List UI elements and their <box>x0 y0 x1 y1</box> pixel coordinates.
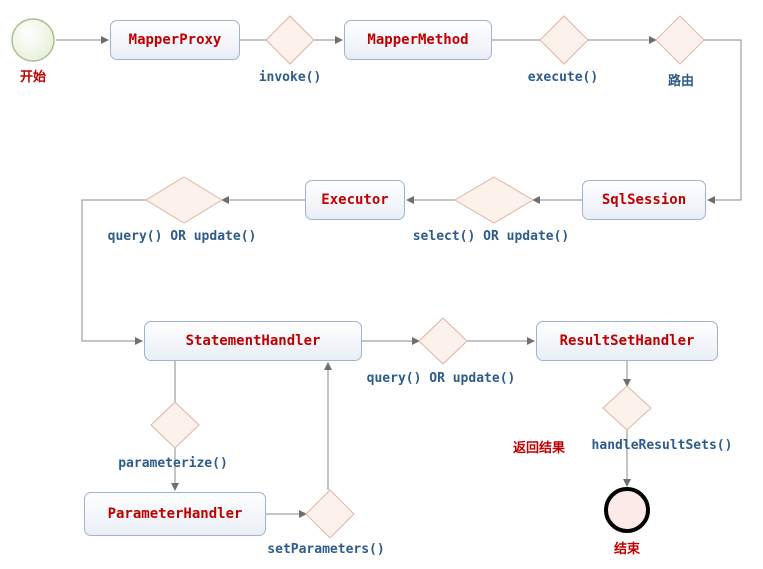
decision-diamond <box>602 385 652 431</box>
query-or-update-label-2: query() OR update() <box>366 371 516 386</box>
end-node <box>604 487 650 533</box>
return-result-label: 返回结果 <box>512 441 566 456</box>
end-label: 结束 <box>613 542 641 557</box>
decision-diamond <box>305 489 355 539</box>
decision-diamond <box>418 317 468 365</box>
statementhandler-box: StatementHandler <box>144 321 362 361</box>
set-parameters-label: setParameters() <box>267 542 385 557</box>
decision-diamond <box>454 176 534 224</box>
edge-route-to-sqlsession <box>704 39 742 204</box>
mappermethod-box: MapperMethod <box>344 20 492 60</box>
handle-result-sets-label: handleResultSets() <box>591 438 733 453</box>
decision-diamond <box>145 176 223 224</box>
decision-diamond <box>539 15 589 65</box>
start-label: 开始 <box>19 70 47 85</box>
parameterhandler-box: ParameterHandler <box>84 492 266 536</box>
parameterize-label: parameterize() <box>118 456 228 471</box>
select-or-update-label: select() OR update() <box>412 229 570 244</box>
mapperproxy-box: MapperProxy <box>110 20 240 60</box>
edge-diamond-to-statementhandler <box>81 199 146 345</box>
invoke-label: invoke() <box>258 70 322 85</box>
decision-diamond <box>655 15 705 65</box>
flow-diagram <box>11 15 742 539</box>
execute-label: execute() <box>527 70 599 85</box>
decision-diamond <box>265 15 315 65</box>
sqlsession-box: SqlSession <box>582 180 706 220</box>
executor-box: Executor <box>305 180 405 220</box>
resultsethandler-box: ResultSetHandler <box>536 321 718 361</box>
route-label: 路由 <box>667 74 695 89</box>
query-or-update-label-1: query() OR update() <box>107 229 257 244</box>
start-node <box>11 18 55 62</box>
decision-diamond <box>150 401 200 449</box>
